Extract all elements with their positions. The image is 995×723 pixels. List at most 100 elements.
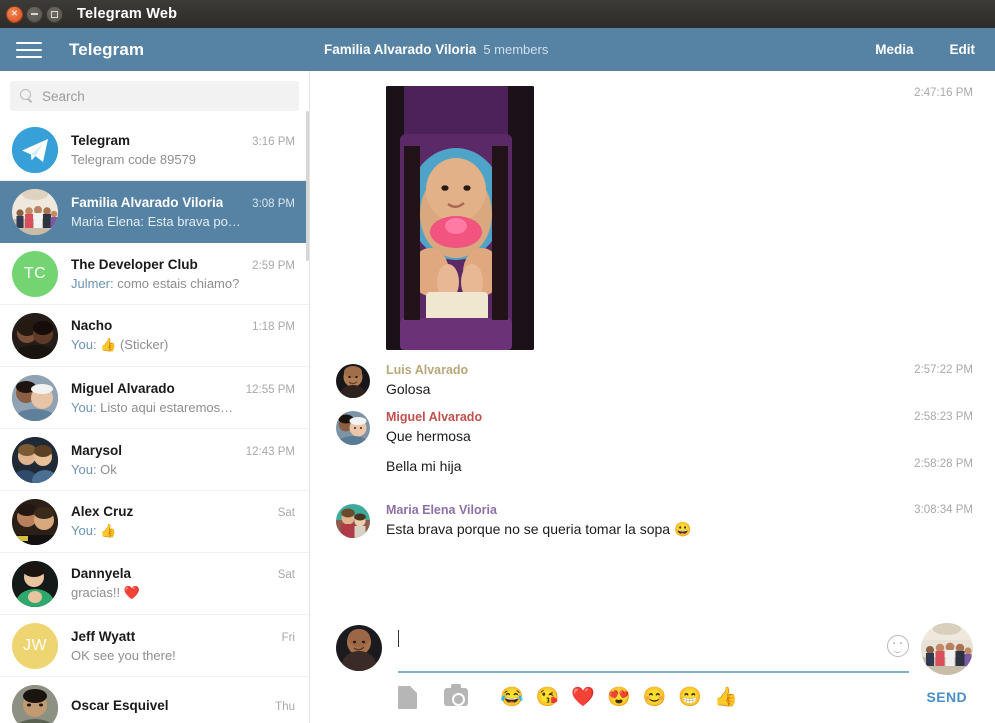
text-message: Maria Elena Viloria Esta brava porque no … (310, 502, 995, 539)
quick-emoji-button[interactable]: 😊 (643, 688, 667, 707)
chat-item-top-row: The Developer Club 2:59 PM (71, 257, 295, 272)
chat-item-meta: Dannyela Sat gracias!! ❤️ (71, 566, 295, 601)
message-text: Esta brava porque no se queria tomar la … (386, 520, 692, 537)
chat-item-meta: Alex Cruz Sat You: 👍 (71, 504, 295, 539)
chat-item-top-row: Marysol 12:43 PM (71, 443, 295, 458)
quick-emoji-button[interactable]: 👍 (714, 688, 738, 707)
text-message: Bella mi hija 2:58:28 PM (310, 456, 995, 492)
chat-item-preview-text: OK see you there! (71, 647, 176, 663)
message-time: 3:08:34 PM (914, 503, 973, 516)
chat-item-preview: You: 👍 (71, 523, 295, 539)
chat-item-time: 2:59 PM (252, 259, 295, 272)
chat-item-meta: Oscar Esquivel Thu (71, 698, 295, 717)
chat-item-top-row: Familia Alvarado Viloria 3:08 PM (71, 195, 295, 210)
message-composer (310, 611, 995, 675)
chat-list-item[interactable]: Familia Alvarado Viloria 3:08 PM Maria Ele… (0, 181, 309, 243)
avatar: TC (12, 250, 58, 297)
message-time: 2:58:23 PM (914, 410, 973, 423)
chat-item-preview: OK see you there! (71, 648, 295, 663)
message-sender[interactable]: Maria Elena Viloria (386, 503, 900, 517)
chat-item-preview-sender: Maria Elena: (71, 213, 148, 229)
chat-item-preview-text: Esta brava po… (147, 213, 241, 229)
chat-list-item[interactable]: Oscar Esquivel Thu (0, 677, 309, 723)
chat-item-top-row: Oscar Esquivel Thu (71, 698, 295, 713)
search-input[interactable] (42, 88, 289, 104)
chat-list-item[interactable]: Telegram 3:16 PM Telegram code 89579 (0, 119, 309, 181)
quick-emoji-button[interactable]: 😁 (678, 688, 702, 707)
quick-emoji-button[interactable]: ❤️ (571, 688, 595, 707)
app-body: Telegram 3:16 PM Telegram code 89579 Famili… (0, 71, 995, 723)
minimize-icon[interactable] (26, 5, 43, 23)
sidebar-scrollbar[interactable] (305, 71, 309, 723)
camera-icon[interactable] (444, 684, 500, 706)
chat-list-item[interactable]: Marysol 12:43 PM You: Ok (0, 429, 309, 491)
top-bars: Telegram Familia Alvarado Viloria 5 memb… (0, 28, 995, 71)
message-text: Golosa (386, 381, 431, 397)
message-time: 2:47:16 PM (914, 87, 973, 99)
peer-avatar[interactable] (921, 623, 973, 675)
chat-sidebar: Telegram 3:16 PM Telegram code 89579 Famili… (0, 71, 310, 723)
message-text: Que hermosa (386, 427, 471, 444)
edit-button[interactable]: Edit (950, 42, 976, 57)
chat-item-name: Nacho (71, 318, 113, 333)
message-body: Maria Elena Viloria Esta brava porque no … (386, 502, 900, 539)
quick-emoji-button[interactable]: 😘 (536, 688, 560, 707)
maximize-icon[interactable] (46, 5, 63, 23)
chat-item-top-row: Nacho 1:18 PM (71, 318, 295, 333)
chat-item-preview-sender: You: (71, 461, 101, 477)
avatar (12, 374, 58, 421)
app-brand-label: Telegram (69, 39, 145, 59)
chat-item-meta: Telegram 3:16 PM Telegram code 89579 (71, 133, 295, 167)
close-icon[interactable]: ✕ (6, 5, 23, 23)
search-box[interactable] (10, 81, 299, 111)
chat-list-item[interactable]: Miguel Alvarado 12:55 PM You: Listo aqui e… (0, 367, 309, 429)
composer-toolbar: 😂 😘 ❤️ 😍 😊 😁 👍 SEND (310, 675, 995, 723)
chat-item-preview-text: Telegram code 89579 (71, 151, 197, 167)
chat-item-meta: Familia Alvarado Viloria 3:08 PM Maria Ele… (71, 195, 295, 229)
chat-list-item[interactable]: Alex Cruz Sat You: 👍 (0, 491, 309, 553)
chat-item-time: Fri (281, 631, 295, 644)
chat-item-time: Thu (275, 701, 295, 713)
hamburger-menu-icon[interactable] (16, 40, 42, 60)
chat-item-name: Miguel Alvarado (71, 380, 175, 396)
avatar (12, 684, 58, 723)
composer-input-line[interactable] (398, 619, 909, 673)
send-button[interactable]: SEND (921, 685, 974, 709)
chat-title: Familia Alvarado Viloria (324, 42, 477, 57)
chat-item-name: Dannyela (71, 566, 132, 581)
media-button[interactable]: Media (875, 42, 913, 57)
chat-item-name: Familia Alvarado Viloria (71, 194, 224, 210)
chat-item-time: 12:55 PM (245, 383, 295, 396)
chat-item-preview: Telegram code 89579 (71, 152, 295, 167)
document-attach-icon[interactable] (398, 685, 444, 709)
chat-item-preview-text: Listo aqui estaremos… (100, 399, 234, 415)
chat-item-top-row: Telegram 3:16 PM (71, 133, 295, 148)
chat-item-preview-text: como estais chiamo? (117, 275, 240, 291)
smiley-face-icon[interactable] (887, 635, 909, 657)
chat-item-preview: You: Listo aqui estaremos… (71, 400, 295, 415)
chat-item-preview: gracias!! ❤️ (71, 585, 295, 601)
chat-item-time: 3:16 PM (252, 135, 295, 148)
message-text: Bella mi hija (386, 457, 462, 474)
message-photo[interactable] (386, 86, 534, 350)
self-avatar (336, 625, 382, 671)
message-history[interactable]: 2:47:16 PM Luis Alvarado Golosa 2:57:22 PM M… (310, 71, 995, 611)
chat-item-name: Marysol (71, 442, 123, 458)
chat-list-item[interactable]: Nacho 1:18 PM You: 👍 (Sticker) (0, 305, 309, 367)
chat-item-preview-sender: Julmer: (71, 275, 118, 291)
text-message: Miguel Alvarado Que hermosa 2:58:23 PM (310, 409, 995, 446)
search-icon (20, 89, 34, 103)
message-input[interactable] (399, 623, 877, 671)
quick-emoji-button[interactable]: 😍 (607, 688, 631, 707)
chat-list-item[interactable]: Dannyela Sat gracias!! ❤️ (0, 553, 309, 615)
message-sender[interactable]: Miguel Alvarado (386, 410, 900, 424)
window-controls: ✕ (6, 5, 63, 23)
message-body: Bella mi hija (386, 456, 900, 492)
chat-list-item[interactable]: JW Jeff Wyatt Fri OK see you there! (0, 615, 309, 677)
sidebar-top-bar: Telegram (0, 28, 310, 71)
message-time: 2:57:22 PM (914, 364, 973, 376)
quick-emoji-button[interactable]: 😂 (500, 688, 524, 707)
message-sender[interactable]: Luis Alvarado (386, 363, 900, 377)
chat-list[interactable]: Telegram 3:16 PM Telegram code 89579 Famili… (0, 119, 309, 723)
chat-list-item[interactable]: TC The Developer Club 2:59 PM Julmer: como … (0, 243, 309, 305)
